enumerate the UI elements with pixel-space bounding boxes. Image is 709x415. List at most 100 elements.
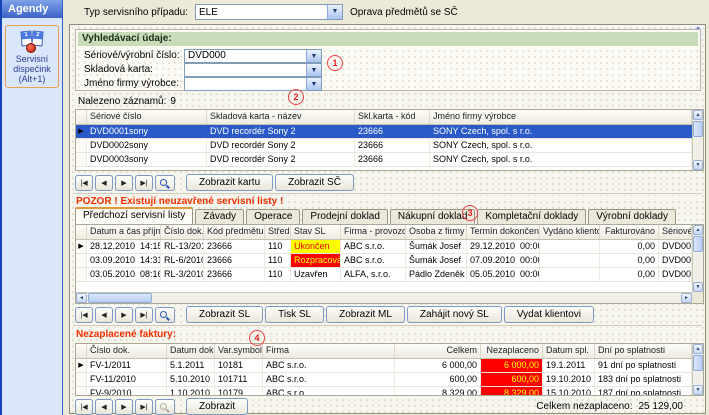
column-header[interactable]: Firma - provozovatel (341, 225, 406, 239)
tab-predchozi-servisni-listy[interactable]: Předchozí servisní listy (75, 207, 193, 224)
nav-next-button[interactable]: ▶ (115, 175, 133, 191)
scroll-down-icon[interactable]: ▼ (693, 282, 703, 292)
nav-prev-button[interactable]: ◀ (95, 175, 113, 191)
print-service-list-button[interactable]: Tisk SL (265, 306, 324, 323)
nav-prev-button[interactable]: ◀ (95, 307, 113, 323)
table-row[interactable]: FV-9/2010 1.10.2010 10179 ABC s.r.o. 8 3… (76, 387, 692, 395)
tab-prodejni-doklad[interactable]: Prodejní doklad (302, 209, 388, 224)
chevron-down-icon[interactable]: ▼ (327, 5, 342, 19)
column-header[interactable]: Číslo dok. (87, 344, 167, 358)
tab-operace[interactable]: Operace (246, 209, 300, 224)
cell: 10181 (215, 359, 263, 372)
start-new-service-list-button[interactable]: Zahájit nový SL (407, 306, 502, 323)
cell: 600,00 (395, 373, 481, 386)
scroll-left-icon[interactable]: ◄ (76, 293, 87, 303)
cell: ABC s.r.o. (341, 240, 406, 253)
row-marker-icon: ▶ (76, 359, 87, 372)
cell: 110 (265, 268, 291, 281)
manufacturer-combobox[interactable]: ▼ (184, 77, 322, 91)
column-header[interactable]: Datum dok. (167, 344, 215, 358)
nav-last-button[interactable]: ▶| (135, 399, 153, 415)
column-header[interactable]: Fakturováno (600, 225, 659, 239)
search-magnifier-button[interactable] (155, 307, 175, 323)
scroll-up-icon[interactable]: ▲ (693, 110, 703, 120)
tab-vyrobni-doklady[interactable]: Výrobní doklady (588, 209, 676, 224)
table-row[interactable]: ▶ FV-1/2011 5.1.2011 10181 ABC s.r.o. 6 … (76, 359, 692, 373)
case-type-combobox[interactable]: ELE ▼ (195, 4, 343, 20)
column-header[interactable]: Kód předmětu (pův.) (204, 225, 265, 239)
column-header[interactable]: Sériové číslo (87, 110, 207, 124)
scrollbar-thumb[interactable] (88, 293, 152, 303)
column-header[interactable]: Stav SL (291, 225, 341, 239)
column-header[interactable]: Jméno firmy výrobce (430, 110, 692, 124)
column-header[interactable]: Střed. (265, 225, 291, 239)
case-type-label: Typ servisního případu: (84, 7, 188, 18)
table-row[interactable]: DVD0003sony DVD recordér Sony 2 23666 SO… (76, 153, 692, 167)
nav-next-button[interactable]: ▶ (115, 399, 133, 415)
scrollbar-thumb[interactable] (693, 355, 703, 371)
table-row[interactable]: ▶ 28.12.2010 14:15 RL-13/2010 23666 110 … (76, 240, 692, 254)
stock-card-label: Skladová karta: (84, 64, 184, 75)
column-header[interactable]: Skl.karta - kód (355, 110, 430, 124)
table-row[interactable]: 03.05.2010 08:16 RL-3/2010 23666 110 Uza… (76, 268, 692, 282)
nav-last-button[interactable]: ▶| (135, 307, 153, 323)
column-header[interactable]: Var.symbol (215, 344, 263, 358)
column-header[interactable]: Datum spl. (543, 344, 595, 358)
show-card-button[interactable]: Zobrazit kartu (186, 174, 273, 191)
scroll-up-icon[interactable]: ▲ (693, 344, 703, 354)
column-header[interactable]: Vydáno klientovi dn (540, 225, 600, 239)
search-magnifier-button[interactable] (155, 175, 175, 191)
chevron-down-icon[interactable]: ▼ (306, 78, 321, 90)
book-page-2: 2 (33, 32, 43, 40)
hand-over-to-client-button[interactable]: Vydat klientovi (504, 306, 594, 323)
scrollbar-thumb[interactable] (693, 121, 703, 137)
horizontal-scrollbar[interactable]: ◄ ► (76, 292, 692, 303)
show-service-list-button[interactable]: Zobrazit SL (186, 306, 263, 323)
scroll-up-icon[interactable]: ▲ (693, 225, 703, 235)
nav-first-button[interactable]: |◀ (75, 399, 93, 415)
show-invoice-button[interactable]: Zobrazit (186, 398, 248, 415)
column-header[interactable]: Skladová karta - název (207, 110, 355, 124)
scroll-down-icon[interactable]: ▼ (693, 385, 703, 395)
scroll-down-icon[interactable]: ▼ (693, 160, 703, 170)
cell: 28.12.2010 14:15 (87, 240, 161, 253)
tab-zavady[interactable]: Závady (195, 209, 244, 224)
nav-next-button[interactable]: ▶ (115, 307, 133, 323)
nav-prev-button[interactable]: ◀ (95, 399, 113, 415)
table-row[interactable]: DVD0002sony DVD recordér Sony 2 23666 SO… (76, 139, 692, 153)
column-header[interactable]: Termín dokončení (467, 225, 540, 239)
cell: 101711 (215, 373, 263, 386)
vertical-scrollbar[interactable]: ▲ ▼ (692, 225, 703, 292)
cell: SONY Czech, spol. s r.o. (430, 125, 692, 138)
scroll-right-icon[interactable]: ► (681, 293, 692, 303)
unpaid-amount-cell: 6 000,00 (481, 359, 543, 372)
cell: 23666 (355, 139, 430, 152)
unpaid-total-label: Celkem nezaplaceno: (536, 401, 632, 412)
column-header[interactable]: Osoba z firmy (406, 225, 467, 239)
vertical-scrollbar[interactable]: ▲ ▼ (692, 344, 703, 395)
column-header[interactable]: Číslo dok. (161, 225, 204, 239)
table-row[interactable]: ▶ DVD0001sony DVD recordér Sony 2 23666 … (76, 125, 692, 139)
chevron-down-icon[interactable]: ▼ (306, 50, 321, 62)
stock-card-combobox[interactable]: ▼ (184, 63, 322, 77)
vertical-scrollbar[interactable]: ▲ ▼ (692, 110, 703, 170)
cell: DVD recordér Sony 2 (207, 139, 355, 152)
column-header[interactable]: Celkem (395, 344, 481, 358)
sidebar-item-servisni-dispecink[interactable]: 1 2 Servisní dispečink (Alt+1) (5, 25, 59, 88)
column-header[interactable]: Firma (263, 344, 395, 358)
column-header[interactable]: Datum a čas příjmu (87, 225, 161, 239)
nav-first-button[interactable]: |◀ (75, 307, 93, 323)
table-row[interactable]: FV-11/2010 5.10.2010 101711 ABC s.r.o. 6… (76, 373, 692, 387)
nav-last-button[interactable]: ▶| (135, 175, 153, 191)
show-serial-button[interactable]: Zobrazit SČ (275, 174, 354, 191)
column-header[interactable]: Nezaplaceno (481, 344, 543, 358)
table-row[interactable]: 03.09.2010 14:31 RL-6/2010 23666 110 Roz… (76, 254, 692, 268)
show-ml-button[interactable]: Zobrazit ML (326, 306, 405, 323)
chevron-down-icon[interactable]: ▼ (306, 64, 321, 76)
nav-first-button[interactable]: |◀ (75, 175, 93, 191)
serial-number-combobox[interactable]: DVD000 ▼ (184, 49, 322, 63)
column-header[interactable]: Dní po splatnosti (595, 344, 692, 358)
column-header[interactable]: Sériové číslo (659, 225, 692, 239)
scrollbar-thumb[interactable] (693, 236, 703, 252)
tab-kompletacni-doklady[interactable]: Kompletační doklady (477, 209, 586, 224)
